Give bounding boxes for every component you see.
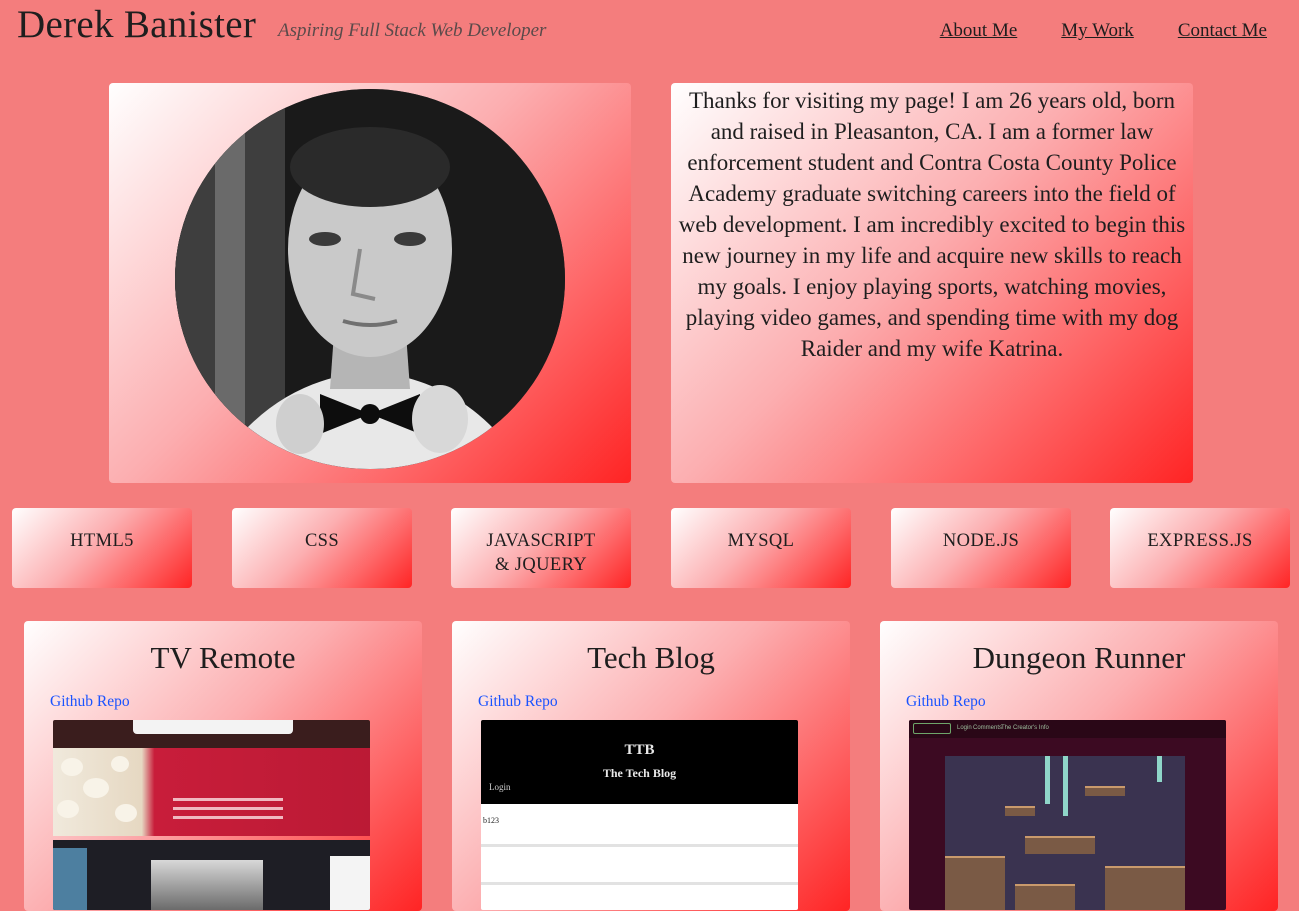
site-title: Derek Banister [17,3,257,46]
skill-html5: HTML5 [12,508,192,588]
profile-photo-card [109,83,631,483]
game-pipe [1063,756,1068,816]
thumb-login: Login [489,782,511,792]
game-platform [1105,866,1185,910]
thumb-panel [151,860,263,910]
project-title: TV Remote [150,640,296,675]
skill-mysql: MYSQL [671,508,851,588]
skill-expressjs: EXPRESS.JS [1110,508,1290,588]
project-card-dungeon-runner: Dungeon Runner Github Repo Login Comment… [880,621,1278,911]
github-repo-link[interactable]: Github Repo [906,693,986,711]
game-pipe [1157,756,1162,782]
thumb-header: TTB The Tech Blog Login [481,720,798,804]
thumb-button [913,723,951,734]
skill-nodejs: NODE.JS [891,508,1071,588]
game-platform [1005,806,1035,816]
thumb-footer [53,840,370,910]
skill-label: CSS [304,531,340,551]
thumb-panel [330,856,370,910]
thumb-body: b123 [481,804,798,910]
popcorn-shape [111,756,129,772]
skill-label: JAVASCRIPT & JQUERY [486,531,596,575]
thumb-nav-item: Comments [973,725,1003,731]
project-card-tv-remote: TV Remote Github Repo [24,621,422,911]
bio-text: Thanks for visiting my page! I am 26 yea… [678,88,1186,361]
game-canvas [945,756,1185,910]
thumb-nav-item: The Creator's Info [1001,725,1049,731]
popcorn-shape [115,804,137,822]
skill-label: EXPRESS.JS [1147,531,1253,551]
thumb-navbar: Login Comments The Creator's Info [909,720,1226,738]
popcorn-shape [61,758,83,776]
thumb-title-bar [133,720,293,734]
skill-label: NODE.JS [942,531,1020,551]
skill-javascript-jquery: JAVASCRIPT & JQUERY [451,508,631,588]
game-platform [945,856,1005,910]
bio-card: Thanks for visiting my page! I am 26 yea… [671,83,1193,483]
site-tagline: Aspiring Full Stack Web Developer [278,20,547,41]
github-repo-link[interactable]: Github Repo [50,693,130,711]
nav-about-me[interactable]: About Me [940,20,1018,42]
nav-my-work[interactable]: My Work [1061,20,1134,42]
thumb-game: Login Comments The Creator's Info [909,720,1226,910]
project-screenshot[interactable] [53,720,370,910]
project-card-tech-blog: Tech Blog Github Repo TTB The Tech Blog … [452,621,850,911]
nav-contact-me[interactable]: Contact Me [1178,20,1267,42]
thumb-header [53,720,370,748]
thumb-divider [481,882,798,885]
portrait-illustration [175,89,565,469]
github-repo-link[interactable]: Github Repo [478,693,558,711]
thumb-username: b123 [483,816,499,825]
thumb-subtitle: The Tech Blog [602,766,677,780]
popcorn-shape [57,800,79,818]
project-screenshot[interactable]: Login Comments The Creator's Info [909,720,1226,910]
thumb-panel [53,848,87,910]
thumb-hero [53,748,370,858]
project-screenshot[interactable]: TTB The Tech Blog Login b123 [481,720,798,910]
thumb-logo: TTB [624,742,655,758]
skill-css: CSS [232,508,412,588]
game-platform [1025,836,1095,854]
skill-label: MYSQL [727,531,795,551]
thumb-text-lines [173,798,283,838]
project-title: Dungeon Runner [972,640,1186,675]
thumb-divider [481,844,798,847]
skill-label: HTML5 [70,531,134,551]
game-pipe [1045,756,1050,804]
popcorn-shape [83,778,109,798]
project-title: Tech Blog [587,640,715,675]
thumb-nav-item: Login [957,725,972,731]
game-platform [1085,786,1125,796]
profile-photo [175,89,565,469]
game-platform [1015,884,1075,910]
site-header: Derek Banister Aspiring Full Stack Web D… [0,0,1299,60]
main-nav: About Me My Work Contact Me [940,20,1267,42]
